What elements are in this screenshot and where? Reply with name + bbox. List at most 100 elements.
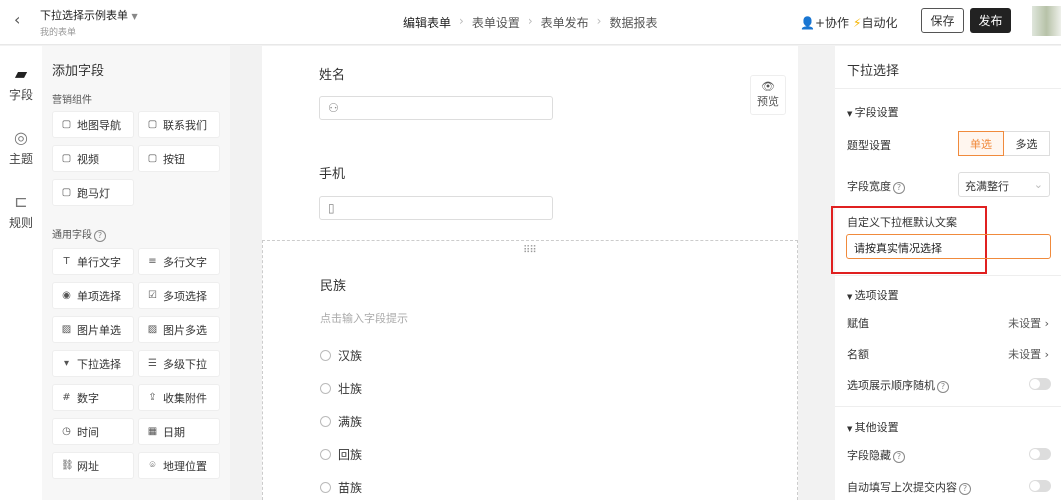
form-title[interactable]: 下拉选择示例表单 ▼ — [40, 7, 138, 23]
radio-icon — [320, 383, 331, 394]
hide-field-toggle[interactable] — [1029, 448, 1051, 460]
field-button-13[interactable]: ⌾ 地理位置 — [138, 452, 220, 479]
field-type-icon: ▾ — [63, 358, 70, 369]
help-icon[interactable]: ? — [893, 182, 905, 194]
drag-handle-icon[interactable]: ⠿⠿ — [523, 245, 537, 256]
name-input[interactable]: ⚇ — [319, 96, 553, 120]
add-user-icon: 👤+ — [800, 16, 825, 30]
field-button-12[interactable]: ⛓ 网址 — [52, 452, 134, 479]
field-button-4[interactable]: ▨ 图片单选 — [52, 316, 134, 343]
preview-button[interactable]: 👁 预览 — [750, 75, 786, 115]
assign-label: 赋值 — [847, 317, 869, 330]
field-button-0[interactable]: T 单行文字 — [52, 248, 134, 275]
rail-item-rules[interactable]: ⊏ 规则 — [0, 192, 42, 231]
eye-icon: 👁 — [761, 80, 775, 93]
section-field-settings[interactable]: ▼ 字段设置 — [847, 104, 899, 120]
field-type-icon: ◉ — [62, 290, 71, 301]
field-button-7[interactable]: ☰ 多级下拉 — [138, 350, 220, 377]
field-button-5[interactable]: ▨ 图片多选 — [138, 316, 220, 343]
field-button-8[interactable]: # 数字 — [52, 384, 134, 411]
field-type-icon: ☑ — [148, 290, 157, 301]
field-button-1[interactable]: ≡ 多行文字 — [138, 248, 220, 275]
caret-down-icon: ▼ — [847, 110, 855, 118]
help-icon[interactable]: ? — [959, 483, 971, 495]
field-type-icon: ☰ — [148, 358, 157, 369]
section-option-settings[interactable]: ▼ 选项设置 — [847, 287, 899, 303]
random-order-toggle[interactable] — [1029, 378, 1051, 390]
tab-form-publish[interactable]: 表单发布 — [541, 14, 589, 31]
left-rail: ▰ 字段 ◎ 主题 ⊏ 规则 — [0, 46, 42, 500]
tab-edit-form[interactable]: 编辑表单 — [403, 14, 451, 31]
option-item[interactable]: 壮族 — [320, 380, 362, 397]
chevron-right-icon: › — [459, 14, 464, 28]
field-button-1[interactable]: ▢ 联系我们 — [138, 111, 220, 138]
chevron-right-icon: › — [1044, 317, 1049, 330]
option-item[interactable]: 苗族 — [320, 479, 362, 496]
settings-panel: 下拉选择 ▼ 字段设置 题型设置 单选 多选 字段宽度? 充满整行 ⌄ 自定义下拉… — [831, 46, 1061, 500]
caret-down-icon: ▼ — [847, 293, 855, 301]
radio-icon — [320, 482, 331, 493]
field-button-0[interactable]: ▢ 地图导航 — [52, 111, 134, 138]
phone-icon: ▯ — [328, 201, 335, 215]
section-common: 通用字段? — [52, 226, 106, 242]
radio-icon — [320, 449, 331, 460]
field-button-11[interactable]: ▦ 日期 — [138, 418, 220, 445]
rail-item-fields[interactable]: ▰ 字段 — [0, 64, 42, 103]
field-button-9[interactable]: ⇪ 收集附件 — [138, 384, 220, 411]
document-edit-icon: ▰ — [14, 64, 28, 83]
radio-icon — [320, 416, 331, 427]
panel-title: 下拉选择 — [847, 64, 900, 79]
publish-button[interactable]: 发布 — [970, 8, 1011, 33]
collab-button[interactable]: 👤+协作 — [800, 14, 849, 31]
option-item[interactable]: 回族 — [320, 446, 362, 463]
field-button-10[interactable]: ◷ 时间 — [52, 418, 134, 445]
autofill-label: 自动填写上次提交内容? — [847, 479, 971, 495]
field-type-icon: ⛓ — [61, 460, 74, 471]
width-select[interactable]: 充满整行 ⌄ — [958, 172, 1050, 197]
field-button-6[interactable]: ▾ 下拉选择 — [52, 350, 134, 377]
field-type-icon: ▢ — [61, 153, 72, 164]
type-single-option[interactable]: 单选 — [958, 131, 1004, 156]
custom-default-text-input[interactable]: 请按真实情况选择 — [846, 234, 1051, 259]
field-type-icon: ▨ — [61, 324, 72, 335]
back-icon[interactable]: ‹ — [14, 10, 20, 29]
help-icon[interactable]: ? — [893, 451, 905, 463]
quota-value[interactable]: 未设置 › — [1008, 346, 1049, 362]
caret-down-icon: ▼ — [131, 12, 138, 21]
width-label: 字段宽度? — [847, 178, 905, 194]
option-item[interactable]: 汉族 — [320, 347, 362, 364]
field-label-phone: 手机 — [319, 167, 346, 182]
field-type-icon: # — [62, 392, 71, 403]
type-label: 题型设置 — [847, 139, 891, 152]
field-button-2[interactable]: ▢ 视频 — [52, 145, 134, 172]
random-label: 选项展示顺序随机? — [847, 377, 949, 393]
section-other-settings[interactable]: ▼ 其他设置 — [847, 419, 899, 435]
type-multi-option[interactable]: 多选 — [1004, 131, 1050, 156]
selected-field-ethnic[interactable]: ⠿⠿ 民族 点击输入字段提示 汉族 壮族 满族 回族 苗族 — [262, 240, 798, 500]
breadcrumb[interactable]: 我的表单 — [40, 25, 76, 38]
steps-nav: 编辑表单 › 表单设置 › 表单发布 › 数据报表 — [403, 14, 658, 31]
help-icon[interactable]: ? — [937, 381, 949, 393]
field-button-3[interactable]: ▢ 按钮 — [138, 145, 220, 172]
automation-button[interactable]: ⚡自动化 — [853, 14, 897, 31]
field-button-3[interactable]: ☑ 多项选择 — [138, 282, 220, 309]
field-hint[interactable]: 点击输入字段提示 — [320, 310, 408, 326]
rail-item-theme[interactable]: ◎ 主题 — [0, 128, 42, 167]
avatar[interactable] — [1032, 6, 1061, 36]
tab-form-settings[interactable]: 表单设置 — [472, 14, 520, 31]
field-type-icon: ▢ — [147, 119, 158, 130]
field-button-2[interactable]: ◉ 单项选择 — [52, 282, 134, 309]
phone-input[interactable]: ▯ — [319, 196, 553, 220]
save-button[interactable]: 保存 — [921, 8, 964, 33]
assign-value[interactable]: 未设置 › — [1008, 315, 1049, 331]
autofill-toggle[interactable] — [1029, 480, 1051, 492]
field-type-icon: ▢ — [61, 187, 72, 198]
field-type-icon: ▢ — [147, 153, 158, 164]
field-label-name: 姓名 — [319, 68, 346, 83]
option-item[interactable]: 满族 — [320, 413, 362, 430]
tab-data-report[interactable]: 数据报表 — [609, 14, 657, 31]
field-button-4[interactable]: ▢ 跑马灯 — [52, 179, 134, 206]
field-type-icon: ⌾ — [149, 460, 156, 471]
help-icon[interactable]: ? — [94, 230, 106, 242]
custom-label: 自定义下拉框默认文案 — [847, 216, 957, 229]
